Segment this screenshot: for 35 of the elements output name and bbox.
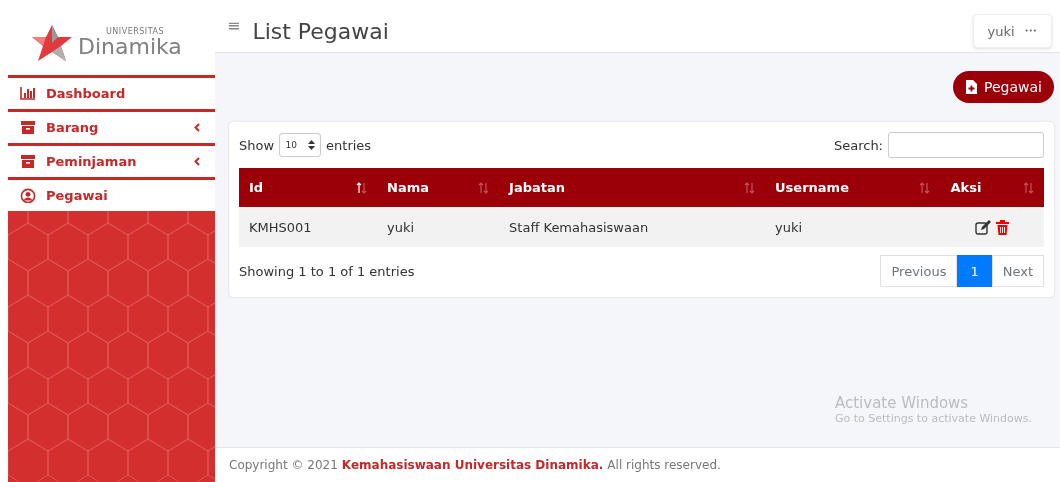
edit-icon xyxy=(975,219,992,235)
logo-caption: UNIVERSITAS xyxy=(106,27,166,36)
column-header[interactable]: Id xyxy=(239,168,378,207)
menu-icon[interactable]: ≡ xyxy=(227,16,241,35)
next-button[interactable]: Next xyxy=(991,255,1044,287)
column-header[interactable]: Aksi xyxy=(940,168,1044,207)
sort-caret-icon xyxy=(307,140,315,150)
bar-chart-icon xyxy=(20,86,36,101)
column-header[interactable]: Username xyxy=(765,168,941,207)
search-field[interactable] xyxy=(888,132,1044,158)
table-cell: yuki xyxy=(765,207,941,247)
page-title: List Pegawai xyxy=(252,18,390,44)
page-size-select[interactable]: 10 xyxy=(279,133,322,157)
trash-icon xyxy=(996,219,1010,235)
column-header[interactable]: Nama xyxy=(377,168,500,207)
table-cell: Staff Kemahasiswaan xyxy=(499,207,766,247)
copyright-text: Copyright © 2021 xyxy=(229,458,338,472)
entries-info: Showing 1 to 1 of 1 entries xyxy=(239,263,415,279)
search-label: Search: xyxy=(833,137,883,153)
add-employee-button[interactable]: Pegawai xyxy=(953,71,1054,103)
table-cell: KMHS001 xyxy=(239,207,378,247)
activation-text: Go to Settings to activate Windows. xyxy=(834,412,1032,425)
archive-box-icon xyxy=(20,154,36,169)
activation-title: Activate Windows xyxy=(834,394,970,412)
column-header[interactable]: Jabatan xyxy=(499,168,766,207)
archive-box-icon xyxy=(20,120,36,135)
logo-wordmark: Dinamika xyxy=(78,35,182,58)
table-cell: yuki xyxy=(377,207,500,247)
previous-button[interactable]: Previous xyxy=(880,255,958,287)
rights-text: All rights reserved. xyxy=(607,458,721,472)
show-label: Show xyxy=(239,137,275,153)
entries-label: entries xyxy=(326,137,372,153)
footer-link[interactable]: Kemahasiswaan Universitas Dinamika. xyxy=(341,458,604,472)
page-button[interactable]: 1 xyxy=(957,255,992,287)
file-plus-icon xyxy=(965,80,978,94)
